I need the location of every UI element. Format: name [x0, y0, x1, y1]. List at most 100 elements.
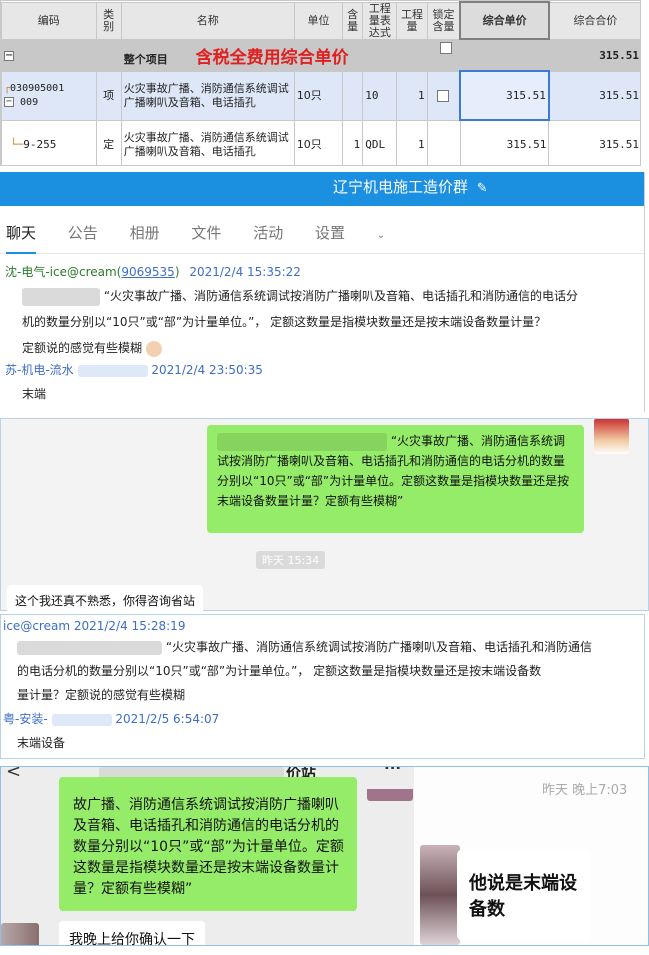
- row-code-part1: 030905001: [10, 82, 65, 94]
- annotation-note: 含税全费用综合单价: [195, 47, 349, 68]
- avatar[interactable]: [367, 789, 413, 801]
- chevron-down-icon: ⌄: [376, 230, 386, 241]
- col-header-name[interactable]: 名称: [120, 1, 295, 40]
- collapse-toggle[interactable]: −: [4, 50, 14, 61]
- incoming-message-bubble[interactable]: 这个我还真不熟悉，你得咨询省站: [7, 585, 204, 616]
- message-time: 2021/2/4 23:50:35: [151, 363, 263, 377]
- message-time: 2021/2/4 15:28:19: [73, 619, 186, 633]
- lock-checkbox[interactable]: [437, 89, 450, 102]
- message-time: 昨天 晚上7:03: [542, 783, 628, 798]
- tab-settings-label: 设置: [314, 224, 345, 242]
- col-header-qty[interactable]: 工程量: [396, 1, 428, 40]
- wechat-chat-window: “火灾事故广播、消防通信系统调试按消防广播喇叭及音箱、电话插孔和消防通信的电话分…: [0, 418, 649, 616]
- row-qty[interactable]: 1: [396, 70, 428, 121]
- col-header-type[interactable]: 类别: [95, 1, 122, 40]
- message-line: 的电话分机的数量分别以“10只”或“部”为计量单位。”， 定额这数量是指模块数量…: [17, 664, 542, 678]
- message-text: 末端设备: [17, 736, 66, 750]
- col-header-code[interactable]: 编码: [1, 1, 97, 40]
- row-type[interactable]: 定: [95, 119, 122, 165]
- row-name[interactable]: 火灾事故广播、消防通信系统调试 广播喇叭及音箱、电话插孔: [120, 119, 295, 165]
- timestamp-pill: 昨天 15:34: [256, 551, 326, 569]
- back-icon[interactable]: <: [6, 767, 21, 782]
- row-expr[interactable]: 10: [362, 70, 398, 121]
- message-line: 定额说的感觉有些模糊: [22, 341, 143, 355]
- incoming-message-bubble[interactable]: 他说是末端设备数: [457, 849, 591, 941]
- sender-name[interactable]: 苏-机电-流水: [5, 363, 74, 377]
- sender-name[interactable]: ice@cream: [3, 619, 70, 633]
- col-header-unit-price[interactable]: 综合单价: [459, 1, 550, 40]
- message-text: 故广播、消防通信系统调试按消防广播喇叭及音箱、电话插孔和消防通信的电话分机的数量…: [73, 797, 344, 897]
- avatar[interactable]: [594, 419, 629, 454]
- row-expr[interactable]: QDL: [362, 119, 398, 165]
- row-total: 315.51: [548, 119, 640, 165]
- message-text: 他说是末端设备数: [469, 873, 577, 920]
- outgoing-message-bubble[interactable]: “火灾事故广播、消防通信系统调试按消防广播喇叭及音箱、电话插孔和消防通信的电话分…: [207, 425, 584, 533]
- message-text: “火灾事故广播、消防通信系统调试按消防广播喇叭及音箱、电话插孔和消防通信 的电话…: [1, 635, 644, 707]
- row-name[interactable]: 火灾事故广播、消防通信系统调试 广播喇叭及音箱、电话插孔: [120, 70, 295, 121]
- tree-line-icon: └─: [10, 137, 24, 151]
- col-header-unit[interactable]: 单位: [293, 1, 344, 40]
- group-title[interactable]: 辽宁机电施工造价群: [333, 178, 468, 196]
- row-content[interactable]: [342, 70, 364, 121]
- sender-name-tail: ): [174, 265, 180, 279]
- col-header-lock[interactable]: 锁定含量: [426, 1, 461, 40]
- more-icon[interactable]: ···: [384, 767, 401, 777]
- table-row[interactable]: ┌030905001 − 009 项 火灾事故广播、消防通信系统调试 广播喇叭及…: [1, 70, 640, 121]
- col-header-expr[interactable]: 工程量表达式: [362, 1, 398, 40]
- tab-announcement[interactable]: 公告: [68, 224, 98, 242]
- sender-id-link[interactable]: 9069535: [121, 265, 174, 279]
- phone-chat-left: < 价站 ··· 故广播、消防通信系统调试按消防广播喇叭及音箱、电话插孔和消防通…: [1, 767, 414, 945]
- blurred-region: [77, 364, 148, 377]
- avatar[interactable]: [1, 923, 39, 945]
- row-unit[interactable]: 10只: [293, 70, 344, 121]
- message-line: “火灾事故广播、消防通信系统调试按消防广播喇叭及音箱、电话插孔和消防通信: [165, 640, 593, 654]
- qq-chat-window: ice@cream 2021/2/4 15:28:19 “火灾事故广播、消防通信…: [0, 614, 645, 759]
- message-text: 末端: [22, 387, 47, 401]
- group-tab-bar: 聊天 公告 相册 文件 活动 设置 ⌄: [0, 206, 644, 254]
- collapse-toggle[interactable]: −: [4, 96, 14, 107]
- table-row-project-total[interactable]: − 整个项目 含税全费用综合单价 315.51: [1, 38, 640, 72]
- tab-album[interactable]: 相册: [130, 224, 160, 242]
- chat-message: 沈-电气-ice@cream(9069535) 2021/2/4 15:35:2…: [0, 263, 644, 361]
- col-header-content[interactable]: 含量: [342, 1, 364, 40]
- row-code: 9-255: [23, 137, 57, 151]
- qq-group-window: 辽宁机电施工造价群 ✎ 聊天 公告 相册 文件 活动 设置 ⌄ 沈-电气-ice…: [0, 172, 645, 412]
- outgoing-message-bubble[interactable]: 故广播、消防通信系统调试按消防广播喇叭及音箱、电话插孔和消防通信的电话分机的数量…: [59, 777, 357, 911]
- tab-chat[interactable]: 聊天: [6, 224, 37, 254]
- phone-screenshots: < 价站 ··· 故广播、消防通信系统调试按消防广播喇叭及音箱、电话插孔和消防通…: [0, 766, 649, 946]
- lock-checkbox[interactable]: [440, 42, 452, 54]
- row-unit-price[interactable]: 315.51: [459, 70, 550, 121]
- project-total-value: 315.51: [548, 38, 640, 72]
- tab-activity[interactable]: 活动: [253, 224, 283, 242]
- blurred-region: [51, 713, 112, 726]
- row-unit[interactable]: 10只: [293, 119, 344, 165]
- message-text: “火灾事故广播、消防通信系统调试按消防广播喇叭及音箱、电话插孔和消防通信的电话分…: [0, 283, 644, 361]
- pencil-icon[interactable]: ✎: [477, 181, 488, 196]
- row-unit-price[interactable]: 315.51: [459, 119, 550, 165]
- pricing-table: 编码 类别 名称 单位 含量 工程量表达式 工程量 锁定含量 综合单价 综合合价…: [1, 1, 640, 165]
- phone-chat-right: 昨天 晚上7:03 他说是末端设备数: [414, 767, 648, 945]
- message-time: 2021/2/4 15:35:22: [189, 265, 301, 279]
- incoming-message-bubble[interactable]: 我晚上给你确认一下: [59, 921, 205, 945]
- sender-name[interactable]: 沈-电气-ice@cream(: [5, 265, 121, 279]
- message-time: 2021/2/5 6:54:07: [115, 712, 220, 726]
- emoji-icon: [145, 340, 162, 357]
- message-line: 机的数量分别以“10只”或“部”为计量单位。”， 定额这数量是指模块数量还是按末…: [22, 315, 547, 329]
- pricing-table-panel: 编码 类别 名称 单位 含量 工程量表达式 工程量 锁定含量 综合单价 综合合价…: [0, 0, 641, 166]
- tab-settings[interactable]: 设置 ⌄: [315, 224, 412, 242]
- row-qty[interactable]: 1: [396, 119, 428, 165]
- chat-message: 苏-机电-流水 2021/2/4 23:50:35 末端: [0, 361, 644, 407]
- message-line: 量计量？定额说的感觉有些模糊: [17, 688, 186, 702]
- row-type[interactable]: 项: [95, 70, 122, 121]
- row-code-part2: 009: [20, 96, 39, 108]
- sender-name[interactable]: 粤-安装-: [3, 712, 48, 726]
- blurred-region: [217, 432, 387, 451]
- tab-files[interactable]: 文件: [191, 224, 221, 242]
- message-line: “火灾事故广播、消防通信系统调试按消防广播喇叭及音箱、电话插孔和消防通信的电话分: [103, 289, 579, 303]
- col-header-total[interactable]: 综合合价: [548, 1, 640, 40]
- avatar[interactable]: [420, 845, 460, 945]
- table-row[interactable]: └─9-255 定 火灾事故广播、消防通信系统调试 广播喇叭及音箱、电话插孔 1…: [1, 119, 640, 165]
- project-name: 整个项目: [123, 52, 168, 66]
- blurred-region: [22, 287, 100, 306]
- row-content[interactable]: 1: [342, 119, 364, 165]
